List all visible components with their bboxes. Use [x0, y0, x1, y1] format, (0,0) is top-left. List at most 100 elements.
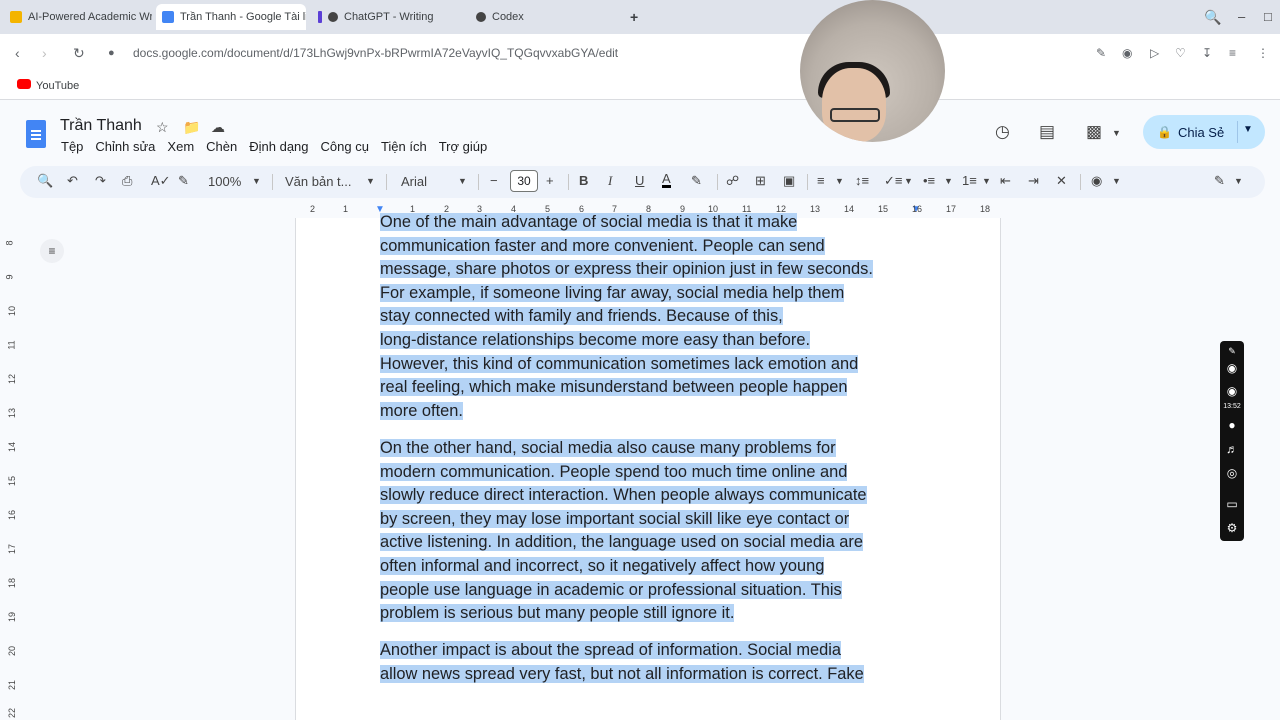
paragraph-3[interactable]: Another impact is about the spread of in… [380, 639, 920, 686]
menu-help[interactable]: Trợ giúp [439, 139, 488, 154]
style-dropdown-icon[interactable]: ▼ [366, 176, 375, 186]
text-color-icon[interactable]: A [662, 172, 671, 188]
align-icon[interactable]: ≡ [817, 173, 825, 188]
pen-icon[interactable]: ✎ [1225, 344, 1239, 358]
redo-icon[interactable]: ↷ [95, 173, 106, 189]
send-icon[interactable]: ▷ [1150, 46, 1159, 60]
text-line: However, this kind of communication some… [380, 354, 859, 373]
checklist-dropdown-icon[interactable]: ▼ [904, 176, 913, 186]
zoom-dropdown-icon[interactable]: ▼ [252, 176, 261, 186]
chevron-down-icon[interactable]: ▼ [1112, 128, 1121, 138]
vertical-ruler[interactable]: 8 9 10 11 12 13 14 15 16 17 18 19 20 21 … [4, 230, 20, 720]
heart-icon[interactable]: ♡ [1175, 46, 1186, 60]
meet-icon[interactable]: ▩ [1086, 122, 1102, 142]
zoom-select[interactable]: 100% [208, 174, 241, 189]
settings-sliders-icon[interactable]: ≡ [1229, 46, 1236, 60]
paragraph-1[interactable]: One of the main advantage of social medi… [380, 211, 920, 423]
text-line: One of the main advantage of social medi… [380, 213, 798, 231]
camera-icon[interactable]: ◉ [1225, 361, 1239, 375]
font-dropdown-icon[interactable]: ▼ [458, 176, 467, 186]
version-history-icon[interactable]: ◷ [995, 122, 1010, 142]
increase-indent-icon[interactable]: ⇥ [1028, 173, 1039, 189]
record-icon[interactable]: ◉ [1225, 384, 1239, 398]
settings-gear-icon[interactable]: ⚙ [1225, 521, 1239, 535]
decrease-font-size-icon[interactable]: − [490, 173, 498, 188]
style-select[interactable]: Văn bản t... [285, 174, 352, 189]
paint-format-icon[interactable]: ✎ [178, 173, 189, 189]
camera-icon[interactable]: ◉ [1122, 46, 1132, 60]
docs-logo-icon[interactable] [26, 120, 46, 148]
line-spacing-icon[interactable]: ↕≡ [855, 173, 869, 188]
menu-insert[interactable]: Chèn [206, 139, 237, 154]
site-info-icon[interactable]: ● [108, 47, 115, 59]
browser-tab-chatgpt[interactable]: ChatGPT - Writing [312, 4, 462, 30]
document-title[interactable]: Trần Thanh [60, 117, 142, 135]
font-size-input[interactable]: 30 [510, 170, 538, 192]
print-icon[interactable]: ⎙ [122, 173, 132, 189]
share-button[interactable]: 🔒 Chia Sẻ ▼ [1143, 115, 1265, 149]
input-tools-icon[interactable]: ◉ [1091, 173, 1102, 189]
bullet-dropdown-icon[interactable]: ▼ [944, 176, 953, 186]
back-icon[interactable]: ‹ [15, 45, 20, 61]
browser-tab-codex[interactable]: Codex [470, 4, 620, 30]
star-icon[interactable]: ☆ [156, 119, 169, 136]
more-menu-icon[interactable]: ⋮ [1257, 46, 1269, 60]
numbered-dropdown-icon[interactable]: ▼ [982, 176, 991, 186]
forward-icon[interactable]: › [42, 45, 47, 61]
webcam-toggle-icon[interactable]: ◎ [1225, 466, 1239, 480]
menu-view[interactable]: Xem [167, 139, 194, 154]
search-tabs-icon[interactable]: 🔍 [1204, 9, 1221, 26]
browser-tab-google-doc[interactable]: Trần Thanh - Google Tài liệ [156, 4, 306, 30]
menu-edit[interactable]: Chỉnh sửa [95, 139, 155, 154]
search-menus-icon[interactable]: 🔍 [37, 173, 53, 189]
font-select[interactable]: Arial [401, 174, 427, 189]
input-tools-dropdown-icon[interactable]: ▼ [1112, 176, 1121, 186]
text-line: message, share photos or express their o… [380, 260, 873, 279]
bold-icon[interactable]: B [579, 173, 588, 188]
italic-icon[interactable]: I [608, 173, 612, 189]
speaker-icon[interactable]: ♬ [1225, 442, 1239, 456]
underline-icon[interactable]: U [635, 173, 644, 188]
spellcheck-icon[interactable]: A✓ [151, 173, 171, 189]
browser-tab-academic[interactable]: AI-Powered Academic Wr [4, 4, 152, 30]
editing-mode-icon[interactable]: ✎ [1214, 173, 1225, 189]
reload-icon[interactable]: ↻ [73, 45, 85, 62]
menu-file[interactable]: Tệp [61, 139, 83, 154]
bulleted-list-icon[interactable]: •≡ [923, 173, 935, 188]
ruler-label: 14 [7, 441, 18, 453]
screen-icon[interactable]: ▭ [1225, 497, 1239, 511]
checklist-icon[interactable]: ✓≡ [884, 173, 902, 189]
highlight-icon[interactable]: ✎ [691, 173, 702, 189]
move-folder-icon[interactable]: 📁 [183, 119, 200, 136]
restore-icon[interactable]: □ [1264, 9, 1272, 24]
cloud-status-icon[interactable]: ☁ [211, 119, 225, 136]
text-line: often informal and incorrect, so it nega… [380, 556, 825, 575]
url-field[interactable]: docs.google.com/document/d/173LhGwj9vnPx… [133, 46, 618, 60]
numbered-list-icon[interactable]: 1≡ [962, 173, 977, 188]
youtube-icon [17, 79, 31, 89]
bookmark-youtube[interactable]: YouTube [36, 80, 79, 92]
menu-extensions[interactable]: Tiện ích [381, 139, 427, 154]
minimize-icon[interactable]: – [1238, 9, 1245, 24]
docs-icon [162, 11, 174, 23]
insert-image-icon[interactable]: ▣ [783, 173, 795, 189]
decrease-indent-icon[interactable]: ⇤ [1000, 173, 1011, 189]
download-icon[interactable]: ↧ [1202, 46, 1212, 60]
link-icon[interactable]: ☍ [726, 173, 739, 189]
document-outline-icon[interactable]: ≡ [40, 239, 64, 263]
add-comment-icon[interactable]: ⊞ [755, 173, 766, 189]
menu-format[interactable]: Định dạng [249, 139, 308, 154]
edit-icon[interactable]: ✎ [1096, 46, 1106, 60]
share-dropdown-icon[interactable]: ▼ [1243, 124, 1253, 135]
mode-dropdown-icon[interactable]: ▼ [1234, 176, 1243, 186]
align-dropdown-icon[interactable]: ▼ [835, 176, 844, 186]
comments-icon[interactable]: ▤ [1039, 122, 1055, 142]
clear-formatting-icon[interactable]: ✕ [1056, 173, 1067, 189]
menu-tools[interactable]: Công cụ [321, 139, 369, 154]
undo-icon[interactable]: ↶ [67, 173, 78, 189]
new-tab-icon[interactable]: + [630, 9, 638, 25]
paragraph-2[interactable]: On the other hand, social media also cau… [380, 437, 920, 626]
increase-font-size-icon[interactable]: + [546, 173, 554, 188]
formatting-toolbar: 🔍 ↶ ↷ ⎙ A✓ ✎ 100% ▼ Văn bản t... ▼ Arial… [20, 166, 1265, 198]
microphone-icon[interactable]: ● [1225, 418, 1239, 432]
